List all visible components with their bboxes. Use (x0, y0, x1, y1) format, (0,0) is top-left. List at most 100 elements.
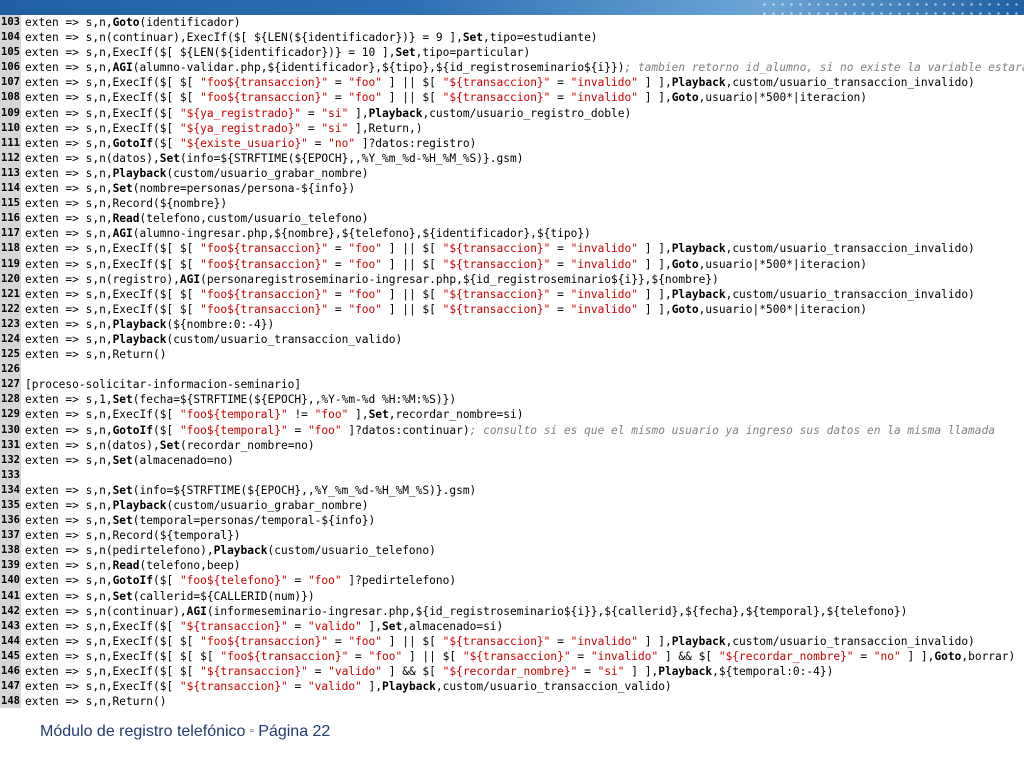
code-string: "${transaccion}" (442, 287, 551, 301)
code-text: (custom/usuario_grabar_nombre) (166, 499, 369, 512)
code-text: ,custom/usuario_transaccion_invalido) (725, 242, 975, 256)
code-keyword: Playback (671, 76, 726, 90)
code-line: 105 exten => s,n,ExecIf($[ ${LEN(${identi… (0, 45, 1024, 61)
code-text: = (287, 619, 308, 633)
code-line: 132 exten => s,n,Set(almacenado=no) (0, 452, 1024, 468)
code-string: "${transaccion}" (442, 91, 551, 105)
code-text: exten => s,n,ExecIf($[ $[ (25, 76, 201, 90)
code-string: "${transaccion}" (442, 257, 551, 271)
code-string: "foo" (348, 257, 383, 271)
line-number: 127 (0, 377, 21, 393)
code-text: exten => s,n,ExecIf($[ (25, 408, 180, 422)
code-keyword: Playback (382, 680, 436, 694)
code-text: ]?pedirtelefono) (341, 574, 457, 588)
code-comment: ; consulto si es que el mismo usuario ya… (469, 423, 995, 437)
line-content: [proceso-solicitar-informacion-seminario… (25, 377, 301, 392)
code-text: ] ], (638, 76, 672, 90)
code-keyword: Playback (671, 634, 726, 648)
code-line: 142 exten => s,n(continuar),AGI(informese… (0, 603, 1024, 619)
code-string: "${ya_registrado}" (179, 106, 302, 120)
code-text: (almacenado=no) (132, 453, 234, 467)
code-line: 137 exten => s,n,Record(${temporal}) (0, 528, 1024, 544)
code-text: ] ], (624, 665, 659, 679)
code-text: ($[ (152, 574, 180, 588)
code-text: = (307, 665, 329, 679)
code-line: 138 exten => s,n(pedirtelefono),Playback(… (0, 543, 1024, 559)
code-text: ,${temporal:0:-4}) (712, 665, 834, 679)
line-content: exten => s,n,ExecIf($[ "${transaccion}" … (25, 619, 503, 634)
code-keyword: Playback (671, 242, 726, 256)
line-number: 106 (0, 60, 21, 76)
line-number: 143 (0, 618, 21, 634)
line-number: 119 (0, 256, 21, 272)
code-text: = (287, 423, 308, 437)
line-number: 103 (0, 15, 21, 31)
code-text: ] ], (638, 91, 672, 105)
code-text: exten => s,n, (25, 574, 113, 588)
code-string: "valido" (328, 665, 383, 679)
line-number: 144 (0, 633, 21, 649)
line-content: exten => s,n(continuar),AGI(informesemin… (25, 604, 907, 619)
line-content: exten => s,1,Set(fecha=${STRFTIME(${EPOC… (25, 392, 456, 407)
line-content: exten => s,n,ExecIf($[ "foo${temporal}" … (25, 407, 524, 422)
code-line: 140 exten => s,n,GotoIf($[ "foo${telefono… (0, 573, 1024, 589)
code-text: exten => s,n,ExecIf($[ (25, 106, 180, 120)
code-line: 146 exten => s,n,ExecIf($[ $[ "${transacc… (0, 664, 1024, 680)
code-text: (identificador) (139, 16, 241, 29)
code-string: "${transaccion}" (200, 665, 308, 679)
code-text: exten => s,n, (25, 212, 113, 226)
code-text: = (307, 136, 329, 150)
line-content: exten => s,n,GotoIf($[ "foo${temporal}" … (25, 423, 995, 438)
code-keyword: GotoIf (112, 423, 153, 437)
code-keyword: AGI (179, 272, 201, 286)
footer-module-title: Módulo de registro telefónico (40, 723, 246, 740)
code-text: exten => s,n,ExecIf($[ ${LEN(${identific… (25, 46, 396, 60)
code-string: "no" (873, 649, 901, 663)
code-text: ] || $[ (382, 302, 443, 316)
code-text: exten => s,n, (25, 332, 113, 346)
code-text: ] ], (900, 649, 935, 663)
code-line: 114 exten => s,n,Set(nombre=personas/pers… (0, 181, 1024, 197)
code-text: ], (361, 619, 383, 633)
code-string: "foo${transaccion}" (200, 76, 329, 90)
code-keyword: Playback (112, 332, 167, 346)
code-text: exten => s,n, (25, 589, 113, 603)
code-text: ], (348, 106, 369, 120)
code-text: = (301, 106, 322, 120)
line-number: 114 (0, 181, 21, 197)
code-string: "foo" (348, 242, 383, 256)
code-line: 125 exten => s,n,Return() (0, 347, 1024, 363)
code-text: = (348, 649, 369, 663)
line-number: 148 (0, 694, 21, 708)
code-text: (telefono,custom/usuario_telefono) (139, 212, 369, 226)
code-text: = (328, 257, 349, 271)
line-content: exten => s,n,Playback(custom/usuario_gra… (25, 166, 369, 181)
code-string: "${transaccion}" (179, 619, 288, 633)
code-string: "foo" (368, 649, 403, 663)
code-keyword: Set (112, 453, 133, 467)
code-text: ] || $[ (382, 91, 443, 105)
code-string: "${existe_usuario}" (179, 136, 308, 150)
line-content: exten => s,n,ExecIf($[ "${ya_registrado}… (25, 121, 422, 136)
code-string: "foo${transaccion}" (200, 242, 329, 256)
code-line: 116 exten => s,n,Read(telefono,custom/usu… (0, 211, 1024, 227)
code-keyword: Set (112, 589, 133, 603)
code-text: = (550, 242, 571, 256)
code-keyword: Set (112, 393, 133, 407)
code-keyword: Set (112, 514, 133, 528)
code-text: exten => s,n,ExecIf($[ $[ (25, 242, 201, 256)
code-text: = (550, 76, 571, 90)
code-text: ] && $[ (382, 665, 443, 679)
code-text: ,custom/usuario_transaccion_valido) (435, 680, 672, 694)
code-text: ,tipo=particular) (415, 46, 531, 60)
code-text: != (287, 408, 315, 422)
code-string: "invalido" (570, 91, 638, 105)
code-text: = (328, 76, 349, 90)
code-string: "foo${transaccion}" (220, 649, 349, 663)
code-text: ,borrar) (961, 649, 1016, 663)
code-text: = (328, 91, 349, 105)
code-keyword: Set (112, 182, 133, 196)
code-text: = (550, 302, 571, 316)
code-text: (custom/usuario_transaccion_valido) (166, 332, 403, 346)
code-text: exten => s,n,ExecIf($[ $[ $[ (25, 649, 221, 663)
